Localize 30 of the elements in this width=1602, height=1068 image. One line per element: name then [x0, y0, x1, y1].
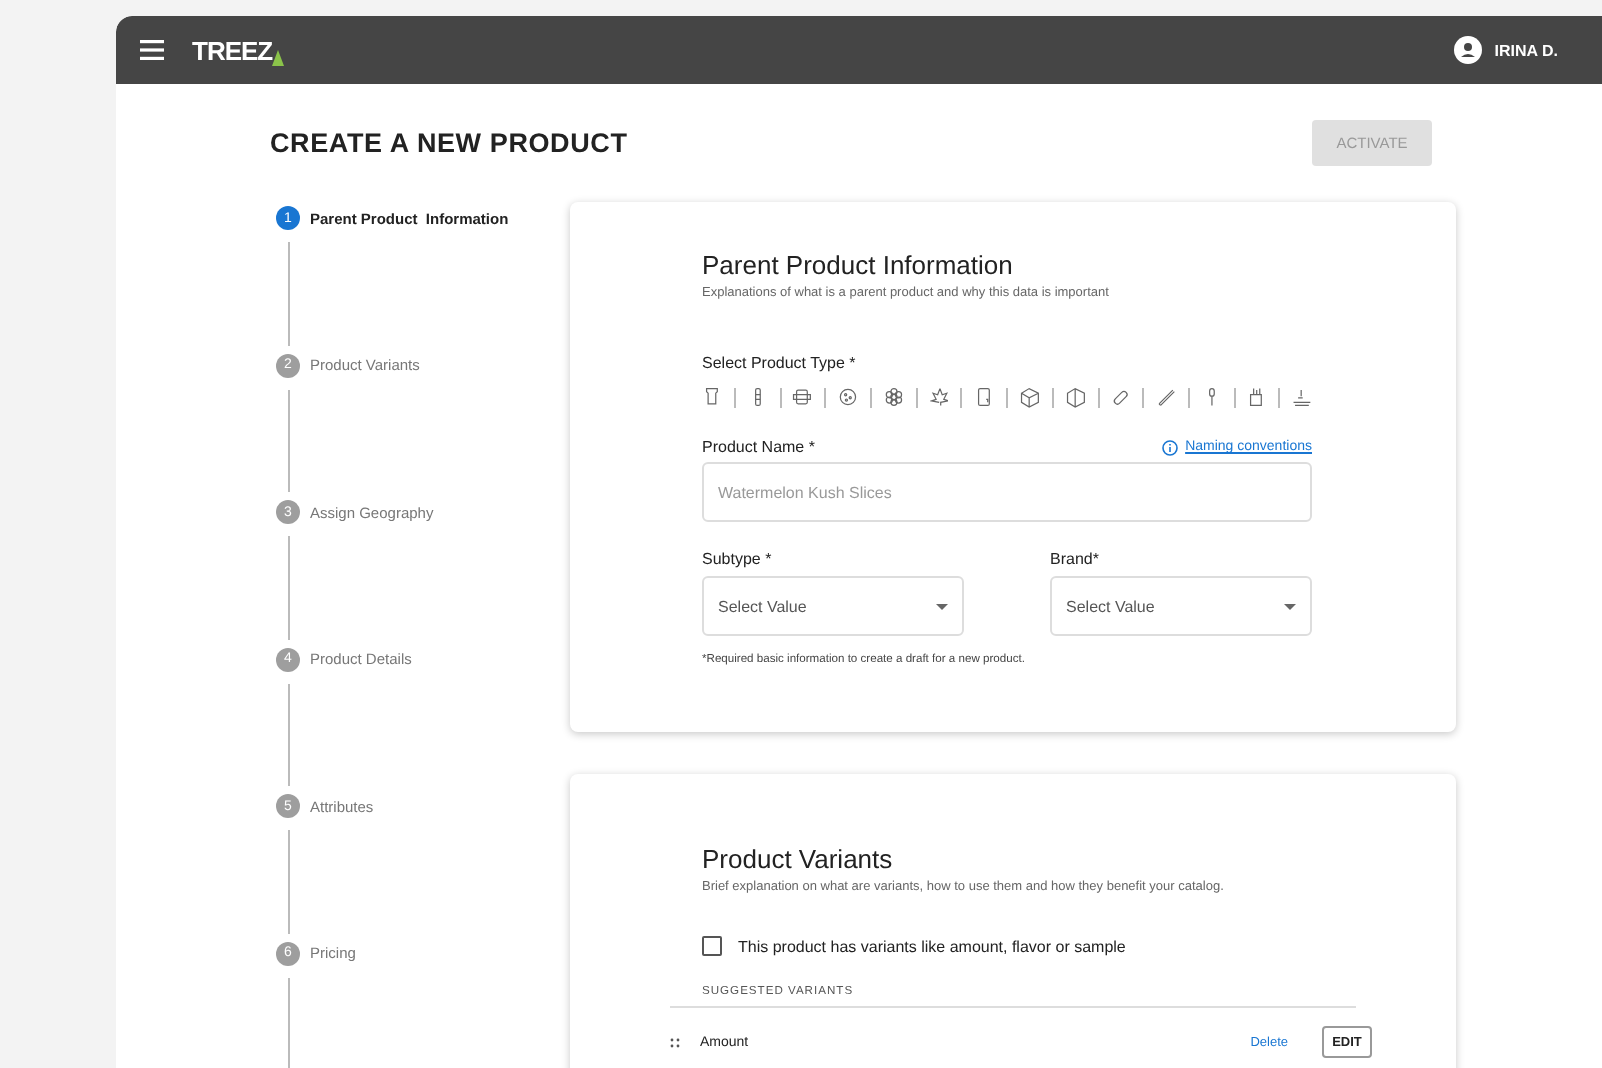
card-title: Product Variants — [702, 844, 895, 874]
field-label: Brand* — [1050, 550, 1101, 568]
flower-icon[interactable] — [883, 384, 904, 410]
drag-handle-icon[interactable] — [670, 1037, 680, 1047]
pot-icon[interactable] — [1246, 384, 1267, 410]
user-avatar-icon — [1454, 36, 1483, 64]
tree-icon — [272, 49, 285, 65]
field-label: Product Name * — [702, 438, 815, 456]
page-title: CREATE A NEW PRODUCT — [270, 128, 628, 158]
leaf-icon[interactable] — [929, 384, 949, 410]
dropdown-caret-icon — [1284, 603, 1296, 609]
menu-icon[interactable] — [140, 40, 164, 60]
tray-icon[interactable] — [1292, 384, 1313, 410]
cup-icon[interactable] — [702, 384, 722, 410]
box-icon[interactable] — [1019, 384, 1040, 410]
info-icon — [1161, 439, 1178, 455]
field-label: Select Product Type * — [702, 354, 858, 372]
brand-dropdown[interactable]: Select Value — [1050, 576, 1312, 636]
logo: TREEZ — [192, 35, 285, 65]
phone-icon[interactable] — [974, 384, 995, 410]
checkbox-label[interactable]: This product has variants like amount, flavor or sample — [738, 937, 1126, 955]
card-title: Parent Product Information — [702, 250, 1015, 280]
user-name[interactable]: IRINA D. — [1494, 41, 1558, 59]
dropdown-caret-icon — [936, 603, 948, 609]
subtype-dropdown[interactable]: Select Value — [702, 576, 964, 636]
cookie-icon[interactable] — [838, 384, 859, 410]
pen-icon[interactable] — [1156, 384, 1176, 410]
field-label: Subtype * — [702, 550, 774, 568]
product-name-field[interactable]: Watermelon Kush Slices — [702, 462, 1312, 522]
checkbox[interactable] — [702, 936, 722, 956]
